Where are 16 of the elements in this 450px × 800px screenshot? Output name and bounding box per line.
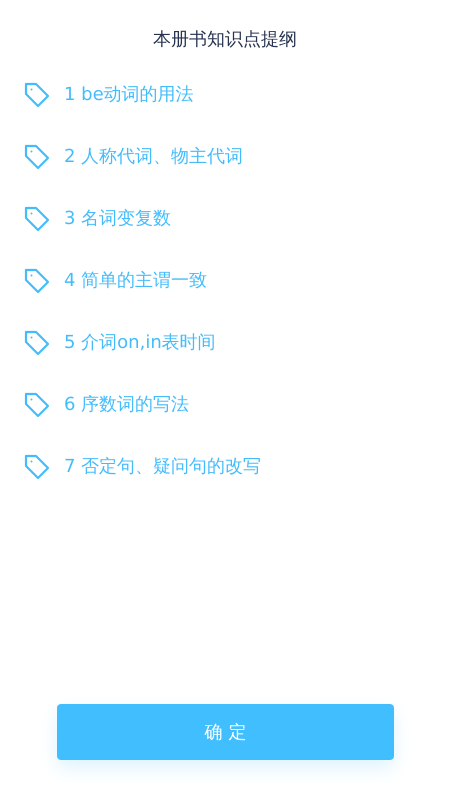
tag-icon — [23, 391, 51, 419]
outline-item[interactable]: 7 否定句、疑问句的改写 — [64, 456, 262, 478]
outline-item[interactable]: 3 名词变复数 — [64, 208, 172, 230]
outline-item[interactable]: 6 序数词的写法 — [64, 394, 190, 416]
outline-item[interactable]: 2 人称代词、物主代词 — [64, 146, 244, 168]
tag-icon — [23, 267, 51, 295]
outline-item[interactable]: 4 简单的主谓一致 — [64, 270, 208, 292]
tag-icon — [23, 453, 51, 481]
tag-icon — [23, 81, 51, 109]
tag-icon — [23, 143, 51, 171]
tag-icon — [23, 205, 51, 233]
outline-item[interactable]: 5 介词on,in表时间 — [64, 332, 216, 354]
page-title: 本册书知识点提纲 — [152, 28, 298, 50]
outline-item[interactable]: 1 be动词的用法 — [64, 84, 194, 106]
tag-icon — [23, 329, 51, 357]
confirm-button[interactable]: 确 定 — [57, 704, 394, 760]
